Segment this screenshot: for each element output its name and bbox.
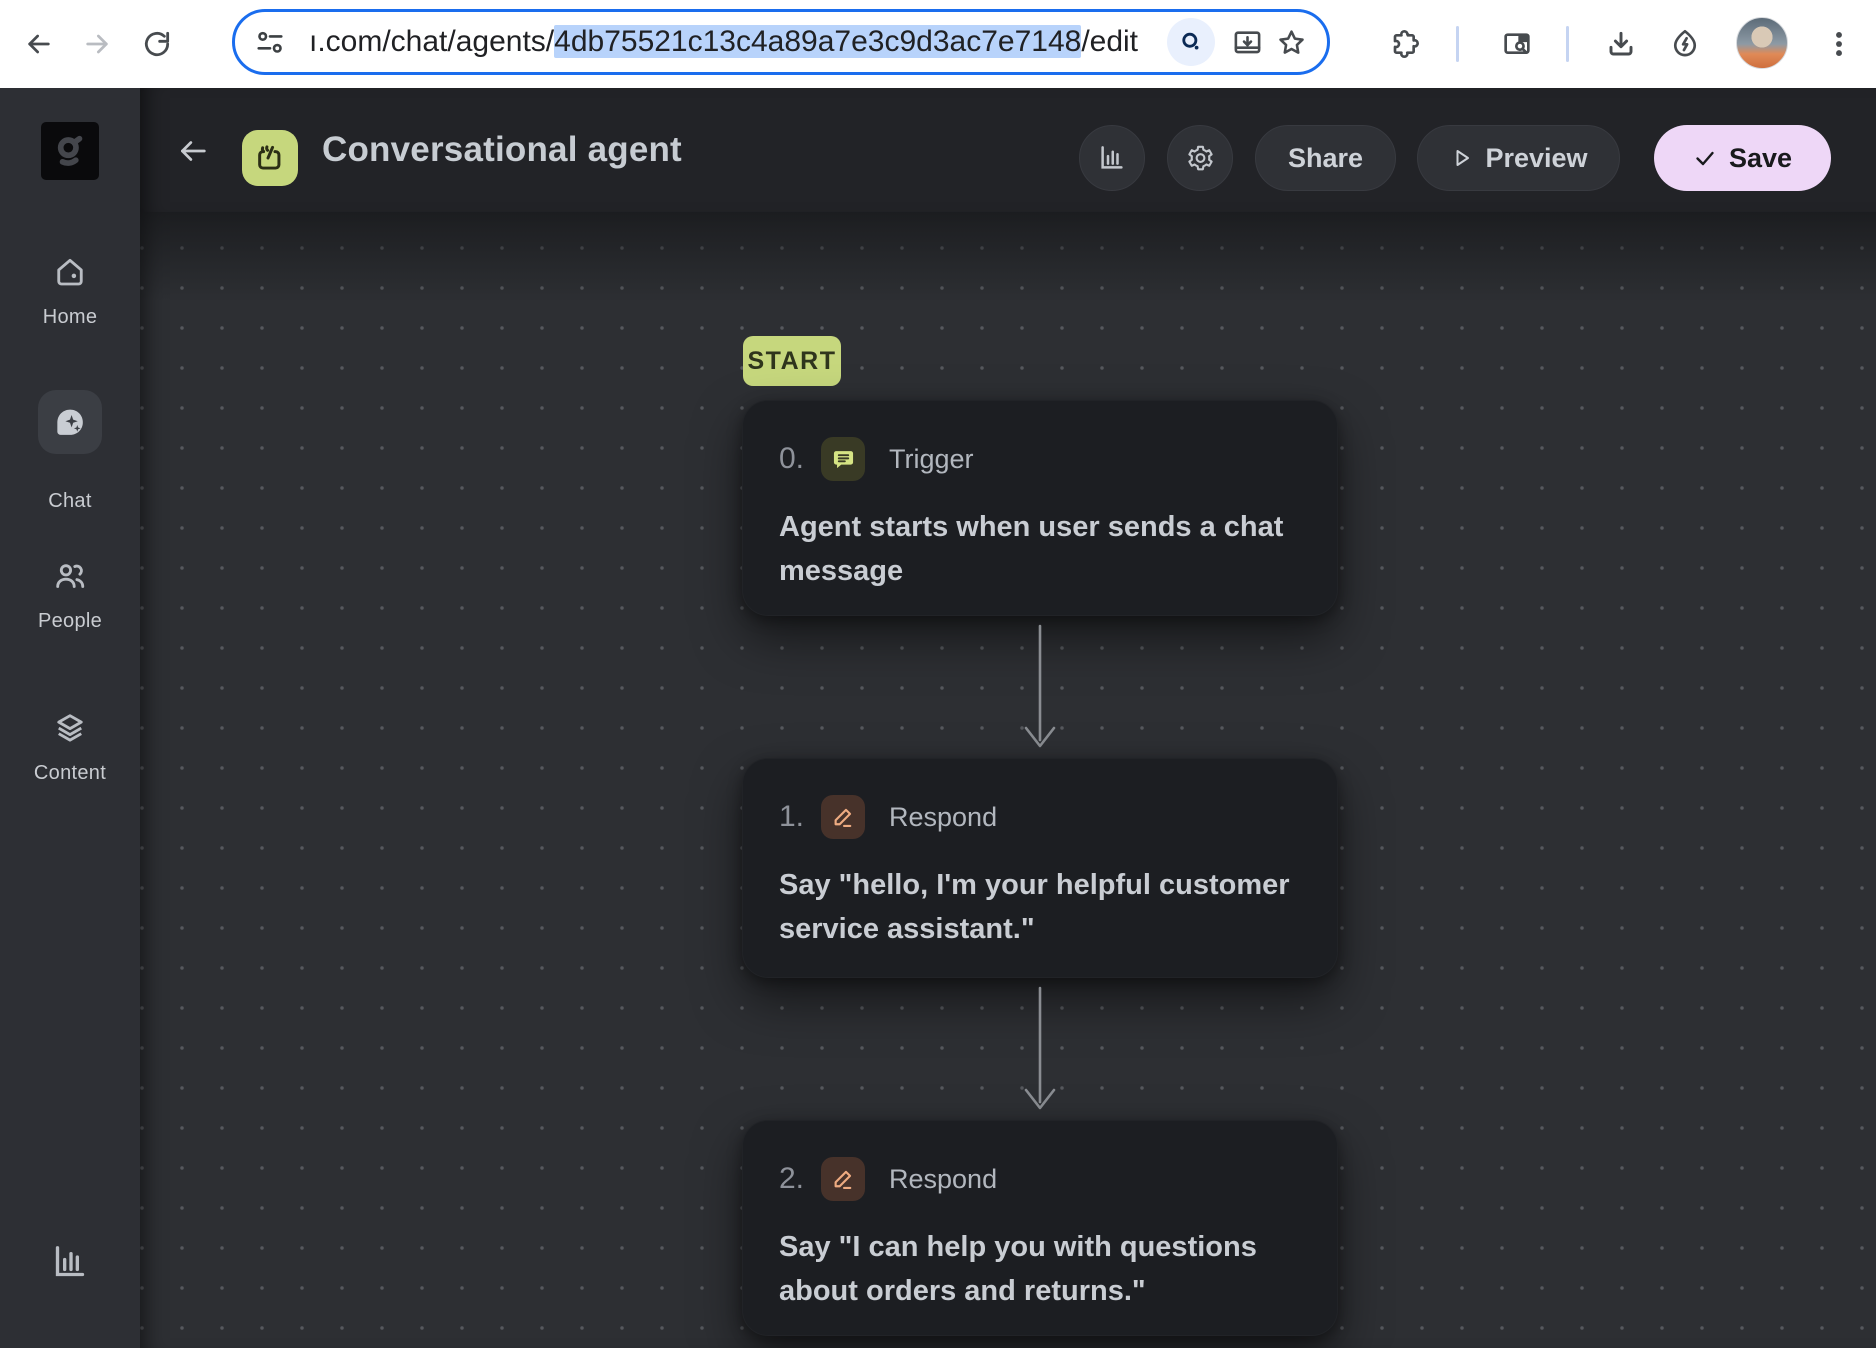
step-index: 2.	[779, 1162, 821, 1196]
url-text: ı.com/chat/agents/4db75521c13c4a89a7e3c9…	[309, 25, 1167, 59]
pencil-icon	[821, 1157, 865, 1201]
address-bar[interactable]: ı.com/chat/agents/4db75521c13c4a89a7e3c9…	[232, 9, 1330, 75]
energy-saver-icon[interactable]	[1662, 20, 1708, 66]
pencil-icon	[821, 795, 865, 839]
install-app-icon[interactable]	[1225, 20, 1269, 64]
connector-arrow	[1020, 986, 1060, 1112]
reload-icon[interactable]	[134, 21, 180, 67]
page-title: Conversational agent	[322, 88, 682, 212]
sidebar-analytics-button[interactable]	[0, 1242, 140, 1282]
bar-chart-icon	[50, 1242, 90, 1282]
home-icon	[0, 252, 140, 292]
app-window: ı.com/chat/agents/4db75521c13c4a89a7e3c9…	[0, 0, 1876, 1348]
sidebar-item-content[interactable]: Content	[0, 708, 140, 785]
chat-message-icon	[821, 437, 865, 481]
chat-sparkle-icon	[51, 403, 89, 441]
lens-icon[interactable]	[1167, 18, 1215, 66]
extensions-puzzle-icon[interactable]	[1382, 21, 1428, 67]
connector-arrow	[1020, 624, 1060, 750]
step-card-trigger[interactable]: 0. Trigger Agent starts when user sends …	[742, 400, 1338, 616]
step-card-respond-2[interactable]: 2. Respond Say "I can help you with ques…	[742, 1120, 1338, 1336]
preview-button[interactable]: Preview	[1417, 125, 1620, 191]
layers-icon	[0, 708, 140, 748]
sidebar-item-chat[interactable]	[38, 390, 102, 454]
gamma-logo[interactable]	[41, 122, 99, 180]
url-selected-text: 4db75521c13c4a89a7e3c9d3ac7e7148	[554, 25, 1081, 58]
downloads-icon[interactable]	[1598, 21, 1644, 67]
step-type-label: Respond	[889, 1164, 997, 1195]
kebab-menu-icon[interactable]	[1816, 21, 1862, 67]
share-button[interactable]: Share	[1255, 125, 1396, 191]
workflow-canvas[interactable]: START 0. Trigger Agent starts when user …	[140, 212, 1876, 1348]
play-icon	[1449, 146, 1473, 170]
step-card-respond-1[interactable]: 1. Respond Say "hello, I'm your helpful …	[742, 758, 1338, 978]
sidebar-item-people[interactable]: People	[0, 556, 140, 633]
sidebar-item-home[interactable]: Home	[0, 252, 140, 329]
step-type-label: Respond	[889, 802, 997, 833]
step-description: Say "hello, I'm your helpful customer se…	[779, 863, 1295, 951]
profile-avatar[interactable]	[1736, 17, 1788, 69]
step-type-label: Trigger	[889, 444, 974, 475]
editor-header: Conversational agent Share Preview Save	[140, 88, 1876, 212]
check-icon	[1693, 146, 1717, 170]
toolbar-divider	[1456, 26, 1459, 62]
analytics-icon	[1097, 143, 1127, 173]
agent-type-icon	[242, 130, 298, 186]
step-description: Agent starts when user sends a chat mess…	[779, 505, 1295, 593]
tune-icon[interactable]	[255, 27, 285, 57]
toolbar-divider	[1566, 26, 1569, 62]
sidebar-item-label: People	[0, 610, 140, 633]
sidebar-item-label: Chat	[0, 490, 140, 513]
back-icon[interactable]	[16, 21, 62, 67]
settings-gear-icon	[1185, 143, 1215, 173]
back-to-agents-button[interactable]	[173, 131, 213, 171]
people-icon	[0, 556, 140, 596]
forward-icon[interactable]	[74, 21, 120, 67]
step-index: 1.	[779, 800, 821, 834]
settings-button[interactable]	[1167, 125, 1233, 191]
save-button[interactable]: Save	[1654, 125, 1831, 191]
sidebar-item-label: Home	[0, 306, 140, 329]
start-badge: START	[743, 336, 841, 386]
analytics-button[interactable]	[1079, 125, 1145, 191]
step-description: Say "I can help you with questions about…	[779, 1225, 1295, 1313]
app-sidebar: Home Chat People	[0, 88, 140, 1348]
browser-toolbar: ı.com/chat/agents/4db75521c13c4a89a7e3c9…	[0, 0, 1876, 88]
side-search-icon[interactable]	[1494, 21, 1540, 67]
sidebar-item-label: Content	[0, 762, 140, 785]
step-index: 0.	[779, 442, 821, 476]
bookmark-star-icon[interactable]	[1269, 20, 1313, 64]
